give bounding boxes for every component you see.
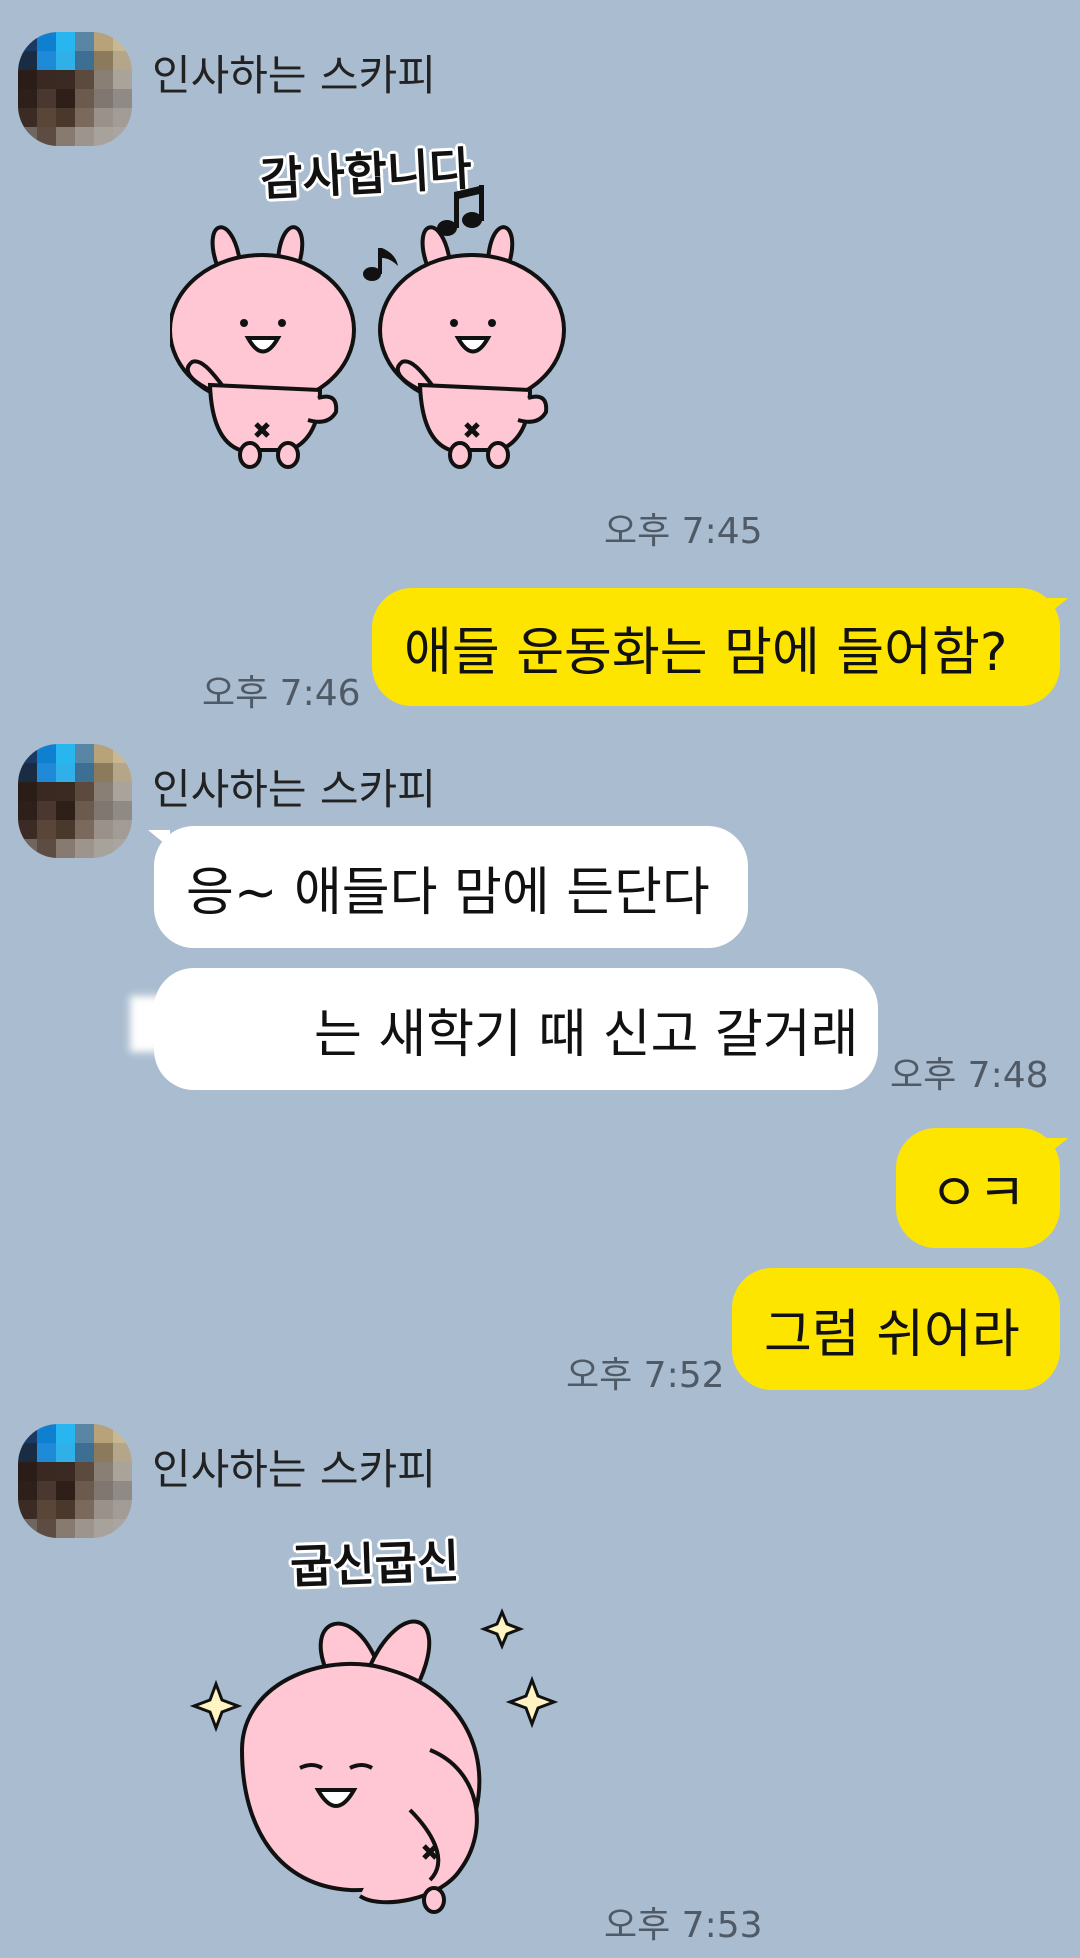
message-text: 는 새학기 때 신고 갈거래	[314, 1004, 859, 1065]
sender-name: 인사하는 스카피	[152, 1445, 436, 1494]
message-text: 응~ 애들다 맘에 든단다	[186, 862, 710, 923]
sender-name: 인사하는 스카피	[152, 51, 436, 100]
message-time: 오후 7:48	[890, 1055, 1049, 1096]
bunny-bowing	[239, 1619, 482, 1905]
sender-name: 인사하는 스카피	[152, 765, 436, 814]
sticker-two-dancing-bunnies[interactable]	[170, 180, 590, 525]
sticker-caption: 굽신굽신	[289, 1534, 461, 1594]
redacted-name	[130, 996, 280, 1052]
outgoing-message-bubble[interactable]: 그럼 쉬어라	[732, 1268, 1060, 1390]
message-time: 오후 7:46	[202, 673, 361, 714]
message-text: 그럼 쉬어라	[764, 1304, 1020, 1365]
message-text: 애들 운동화는 맘에 들어함?	[404, 622, 1008, 683]
message-time: 오후 7:52	[566, 1355, 725, 1396]
avatar[interactable]	[18, 1424, 132, 1538]
sticker-bowing-bunny[interactable]	[180, 1600, 570, 1920]
message-time: 오후 7:53	[604, 1905, 763, 1946]
avatar[interactable]	[18, 744, 132, 858]
message-text: ㅇㅋ	[930, 1163, 1026, 1224]
incoming-message-bubble[interactable]: 응~ 애들다 맘에 든단다	[154, 826, 748, 948]
bubble-tail	[1046, 598, 1068, 616]
bubble-tail	[1046, 1138, 1068, 1156]
outgoing-message-bubble[interactable]: 애들 운동화는 맘에 들어함?	[372, 588, 1060, 706]
avatar[interactable]	[18, 32, 132, 146]
message-time: 오후 7:45	[604, 511, 763, 552]
outgoing-message-bubble[interactable]: ㅇㅋ	[896, 1128, 1060, 1248]
